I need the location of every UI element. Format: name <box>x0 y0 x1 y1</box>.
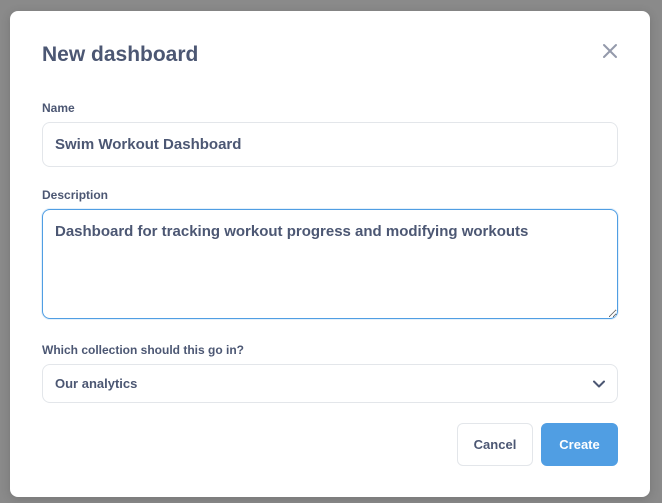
description-input[interactable]: Dashboard for tracking workout progress … <box>42 209 618 319</box>
collection-selected-value: Our analytics <box>55 376 138 391</box>
close-icon <box>603 44 617 58</box>
new-dashboard-modal: New dashboard Name Description Dashboard… <box>10 11 650 497</box>
close-button[interactable] <box>600 41 620 61</box>
name-label: Name <box>42 101 75 115</box>
name-input[interactable] <box>42 122 618 167</box>
create-button[interactable]: Create <box>541 423 618 466</box>
description-label: Description <box>42 188 109 202</box>
cancel-button[interactable]: Cancel <box>457 423 533 466</box>
collection-label: Which collection should this go in? <box>42 343 244 357</box>
chevron-down-icon <box>593 380 605 388</box>
modal-title: New dashboard <box>42 43 199 66</box>
collection-select[interactable]: Our analytics <box>42 364 618 403</box>
